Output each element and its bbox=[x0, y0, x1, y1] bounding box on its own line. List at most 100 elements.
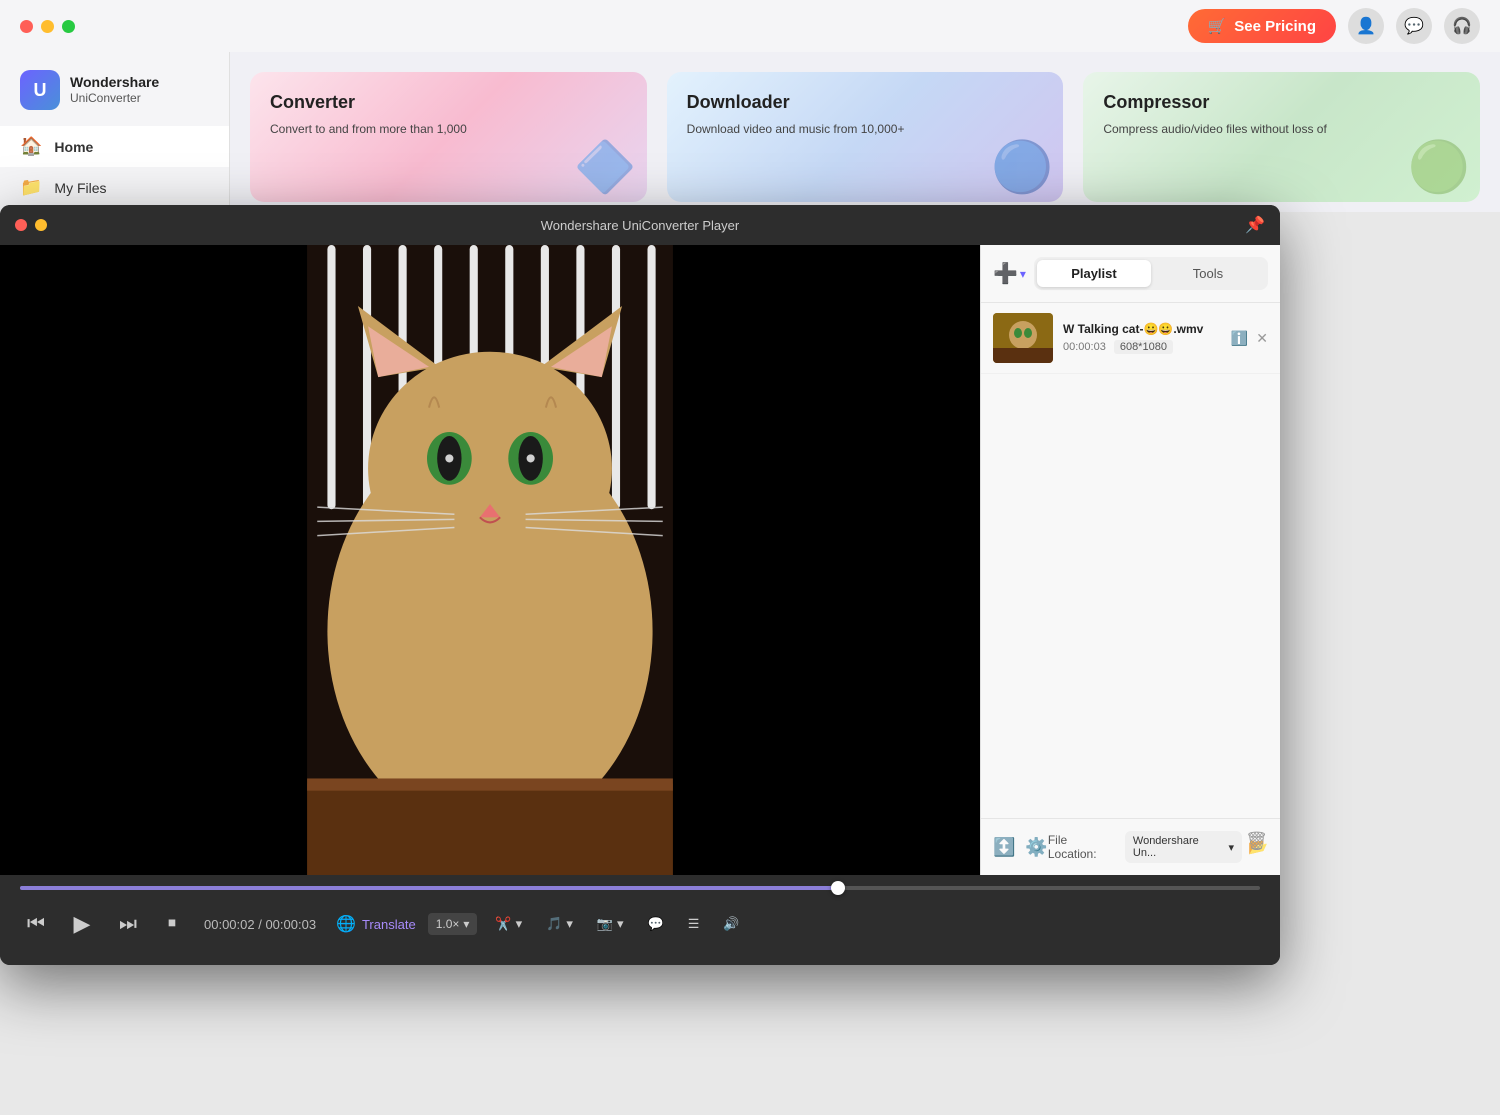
playlist-item-actions: ℹ️ ✕ bbox=[1231, 330, 1268, 347]
bg-app-right: 🛒 See Pricing 👤 💬 🎧 bbox=[1188, 8, 1480, 44]
sort-ascending-icon[interactable]: ↕️ bbox=[993, 837, 1015, 858]
tab-playlist[interactable]: Playlist bbox=[1037, 260, 1151, 287]
downloader-desc: Download video and music from 10,000+ bbox=[687, 121, 1044, 138]
playlist-item-title: W Talking cat-😀😀.wmv bbox=[1063, 322, 1221, 336]
brand-name: Wondershare bbox=[70, 73, 159, 91]
skip-forward-icon: ⏭ bbox=[119, 913, 137, 936]
see-pricing-label: See Pricing bbox=[1234, 18, 1316, 35]
player-minimize-button[interactable] bbox=[35, 219, 47, 231]
video-frame bbox=[0, 245, 980, 875]
list-icon: ☰ bbox=[688, 916, 700, 932]
translate-label: Translate bbox=[362, 917, 416, 932]
panel-tabs: ➕ ▾ Playlist Tools bbox=[981, 245, 1280, 303]
background-app: 🛒 See Pricing 👤 💬 🎧 U Wondershare UniCon… bbox=[0, 0, 1500, 210]
audio-button[interactable]: 🎵 ▾ bbox=[540, 912, 579, 936]
chevron-down-icon: ▾ bbox=[1020, 267, 1026, 281]
controls-bar: ⏮ ▶ ⏭ ⏹ 00:00:02 / 00:00:03 🌐 Translate … bbox=[0, 875, 1280, 965]
skip-forward-button[interactable]: ⏭ bbox=[112, 908, 144, 940]
converter-deco-icon: 🔷 bbox=[574, 138, 636, 197]
right-panel: ➕ ▾ Playlist Tools bbox=[980, 245, 1280, 875]
tab-tools[interactable]: Tools bbox=[1151, 260, 1265, 287]
speed-button[interactable]: 1.0× ▾ bbox=[428, 913, 478, 935]
time-display: 00:00:02 / 00:00:03 bbox=[204, 917, 316, 932]
sort-settings-icon[interactable]: ⚙️ bbox=[1025, 837, 1047, 858]
bg-sidebar: U Wondershare UniConverter 🏠 Home 📁 My F… bbox=[0, 52, 230, 212]
sort-icons: ↕️ ⚙️ bbox=[993, 837, 1048, 858]
compressor-card[interactable]: Compressor Compress audio/video files wi… bbox=[1083, 72, 1480, 202]
bg-content-area: Converter Convert to and from more than … bbox=[230, 52, 1500, 212]
player-titlebar: Wondershare UniConverter Player 📌 bbox=[0, 205, 1280, 245]
playlist-item-resolution: 608*1080 bbox=[1114, 340, 1173, 354]
audio-chevron-icon: ▾ bbox=[566, 916, 573, 932]
translate-button[interactable]: 🌐 Translate bbox=[336, 914, 416, 934]
chat-icon[interactable]: 💬 bbox=[1396, 8, 1432, 44]
file-location: File Location: Wondershare Un... ▾ 📂 bbox=[1048, 831, 1268, 863]
bg-main-content: U Wondershare UniConverter 🏠 Home 📁 My F… bbox=[0, 52, 1500, 212]
info-icon[interactable]: ℹ️ bbox=[1231, 330, 1248, 347]
files-icon: 📁 bbox=[20, 177, 42, 198]
crop-chevron-icon: ▾ bbox=[516, 916, 523, 932]
compressor-desc: Compress audio/video files without loss … bbox=[1103, 121, 1460, 138]
remove-item-icon[interactable]: ✕ bbox=[1256, 330, 1268, 347]
see-pricing-button[interactable]: 🛒 See Pricing bbox=[1188, 9, 1336, 43]
sidebar-item-home[interactable]: 🏠 Home bbox=[0, 126, 229, 167]
file-location-label: File Location: bbox=[1048, 833, 1119, 861]
crop-icon: ✂️ bbox=[495, 916, 511, 932]
bg-close-button[interactable] bbox=[20, 20, 33, 33]
play-button[interactable]: ▶ bbox=[64, 906, 100, 942]
panel-bottom: 🗑 ↕️ ⚙️ File Location: Wondershare Un...… bbox=[981, 818, 1280, 875]
add-to-playlist-button[interactable]: ➕ ▾ bbox=[993, 261, 1026, 286]
player-title: Wondershare UniConverter Player bbox=[541, 218, 739, 233]
subtitle-icon: 💬 bbox=[648, 916, 664, 932]
playlist-item-info: W Talking cat-😀😀.wmv 00:00:03 608*1080 bbox=[1063, 322, 1221, 354]
headphone-icon[interactable]: 🎧 bbox=[1444, 8, 1480, 44]
screenshot-button[interactable]: 📷 ▾ bbox=[591, 912, 630, 936]
subtitle-button[interactable]: 💬 bbox=[642, 912, 670, 936]
file-location-value: Wondershare Un... bbox=[1133, 835, 1225, 859]
volume-button[interactable]: 🔊 bbox=[717, 912, 745, 936]
list-button[interactable]: ☰ bbox=[682, 912, 706, 936]
pin-icon[interactable]: 📌 bbox=[1245, 215, 1265, 235]
downloader-card[interactable]: Downloader Download video and music from… bbox=[667, 72, 1064, 202]
bg-minimize-button[interactable] bbox=[41, 20, 54, 33]
stop-button[interactable]: ⏹ bbox=[156, 908, 188, 940]
playlist-item-meta: 00:00:03 608*1080 bbox=[1063, 340, 1221, 354]
brand-logo: U Wondershare UniConverter bbox=[0, 62, 229, 126]
sidebar-home-label: Home bbox=[54, 139, 93, 155]
audio-wave-icon: 🎵 bbox=[546, 916, 562, 932]
clear-playlist-button[interactable]: 🗑 bbox=[1245, 831, 1268, 852]
converter-card[interactable]: Converter Convert to and from more than … bbox=[250, 72, 647, 202]
play-icon: ▶ bbox=[74, 911, 91, 937]
camera-icon: 📷 bbox=[597, 916, 613, 932]
player-close-button[interactable] bbox=[15, 219, 27, 231]
cart-icon: 🛒 bbox=[1208, 17, 1227, 35]
bg-maximize-button[interactable] bbox=[62, 20, 75, 33]
bg-titlebar: 🛒 See Pricing 👤 💬 🎧 bbox=[0, 0, 1500, 52]
speed-label: 1.0× bbox=[436, 917, 460, 931]
progress-track[interactable] bbox=[20, 886, 1260, 890]
player-body: ➕ ▾ Playlist Tools bbox=[0, 245, 1280, 875]
skip-back-button[interactable]: ⏮ bbox=[20, 908, 52, 940]
stop-icon: ⏹ bbox=[168, 915, 176, 933]
video-area[interactable] bbox=[0, 245, 980, 875]
skip-back-icon: ⏮ bbox=[27, 913, 45, 936]
compressor-deco-icon: 🟢 bbox=[1408, 138, 1470, 197]
speed-chevron-icon: ▾ bbox=[463, 917, 469, 931]
screenshot-chevron-icon: ▾ bbox=[617, 916, 624, 932]
brand-text: Wondershare UniConverter bbox=[70, 73, 159, 107]
progress-thumb[interactable] bbox=[831, 881, 845, 895]
player-traffic-lights bbox=[15, 219, 47, 231]
downloader-title: Downloader bbox=[687, 92, 1044, 113]
brand-sub: UniConverter bbox=[70, 91, 159, 107]
user-avatar[interactable]: 👤 bbox=[1348, 8, 1384, 44]
video-thumbnail bbox=[993, 313, 1053, 363]
translate-icon: 🌐 bbox=[336, 914, 356, 934]
converter-title: Converter bbox=[270, 92, 627, 113]
crop-button[interactable]: ✂️ ▾ bbox=[489, 912, 528, 936]
sidebar-item-my-files[interactable]: 📁 My Files bbox=[0, 167, 229, 208]
controls-main: ⏮ ▶ ⏭ ⏹ 00:00:02 / 00:00:03 🌐 Translate … bbox=[20, 899, 1260, 949]
progress-bar-container[interactable] bbox=[20, 885, 1260, 891]
chevron-down-icon: ▾ bbox=[1229, 841, 1235, 854]
file-location-select[interactable]: Wondershare Un... ▾ bbox=[1125, 831, 1242, 863]
playlist-item: W Talking cat-😀😀.wmv 00:00:03 608*1080 ℹ… bbox=[981, 303, 1280, 374]
